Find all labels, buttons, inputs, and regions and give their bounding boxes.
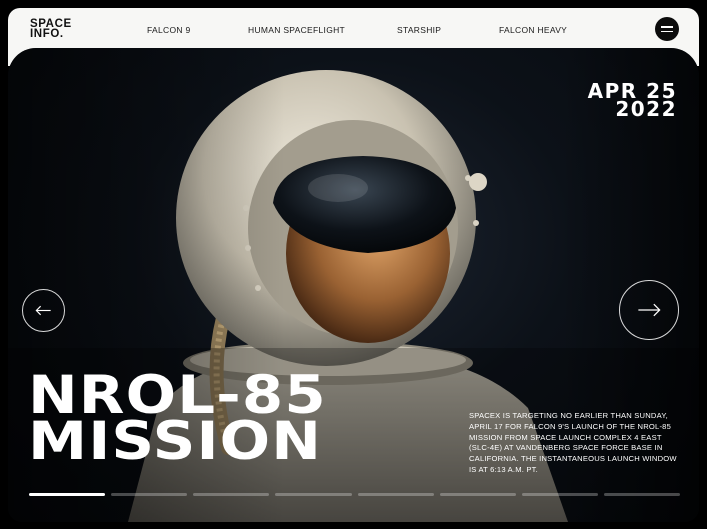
nav-link-falcon-9[interactable]: FALCON 9 bbox=[147, 25, 191, 35]
arrow-right-icon bbox=[638, 303, 661, 317]
progress-segment[interactable] bbox=[193, 493, 270, 496]
progress-segment[interactable] bbox=[29, 493, 106, 496]
slide-progress bbox=[29, 493, 680, 496]
hamburger-icon[interactable] bbox=[655, 17, 679, 41]
app-frame: SPACE INFO. FALCON 9 HUMAN SPACEFLIGHT S… bbox=[0, 0, 707, 529]
mission-title-line-2: MISSION bbox=[28, 411, 323, 472]
progress-segment[interactable] bbox=[521, 493, 598, 496]
launch-date: APR 25 2022 bbox=[588, 81, 677, 119]
logo-line-2: INFO. bbox=[30, 28, 64, 40]
progress-segment[interactable] bbox=[111, 493, 188, 496]
previous-slide-button[interactable] bbox=[22, 289, 65, 332]
mission-title: NROL-85 MISSION bbox=[28, 369, 327, 472]
mission-description: SpaceX is targeting no earlier than Sund… bbox=[469, 411, 677, 474]
nav-link-starship[interactable]: STARSHIP bbox=[397, 25, 441, 35]
next-slide-button[interactable] bbox=[619, 280, 679, 340]
hero-slide: APR 25 2022 NROL-85 MISSION SpaceX is ta… bbox=[8, 48, 699, 522]
progress-segment[interactable] bbox=[439, 493, 516, 496]
nav-link-human-spaceflight[interactable]: HUMAN SPACEFLIGHT bbox=[248, 25, 345, 35]
progress-segment[interactable] bbox=[275, 493, 352, 496]
arrow-left-icon bbox=[35, 305, 51, 316]
site-logo[interactable]: SPACE INFO. bbox=[30, 18, 72, 40]
progress-segment[interactable] bbox=[603, 493, 680, 496]
progress-segment[interactable] bbox=[357, 493, 434, 496]
nav-link-falcon-heavy[interactable]: FALCON HEAVY bbox=[499, 25, 567, 35]
